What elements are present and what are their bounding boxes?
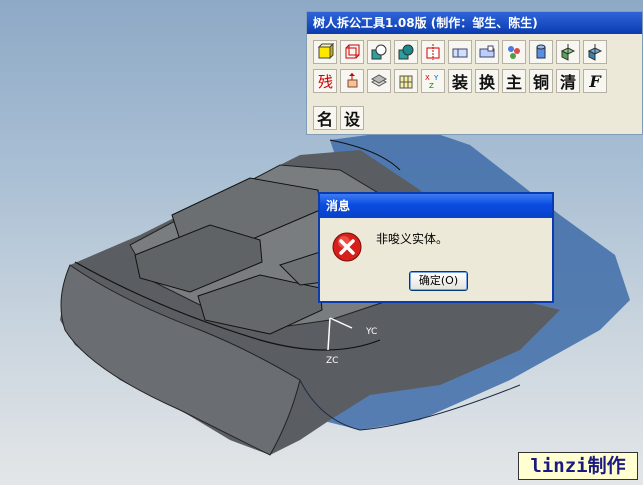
- grid-box-icon[interactable]: [394, 69, 418, 93]
- toolbar-row-3: 名 设: [313, 106, 364, 130]
- curve-remove-icon[interactable]: 残: [313, 69, 337, 93]
- tool-window: 树人拆公工具1.08版 (制作：邹生、陈生) 残 X Y Z 装 换 主 铜 清…: [306, 11, 643, 135]
- group-icon[interactable]: [502, 40, 526, 64]
- box-point-icon[interactable]: [556, 40, 580, 64]
- f-button[interactable]: F: [583, 69, 607, 93]
- tool-window-title[interactable]: 树人拆公工具1.08版 (制作：邹生、陈生): [307, 12, 642, 34]
- svg-text:Y: Y: [433, 74, 439, 82]
- extrude-icon[interactable]: [448, 40, 472, 64]
- sphere-unite-icon[interactable]: [394, 40, 418, 64]
- error-icon: [332, 232, 362, 266]
- wire-cube-icon[interactable]: [340, 40, 364, 64]
- box-point-alt-icon[interactable]: [583, 40, 607, 64]
- author-watermark: linzi制作: [518, 452, 638, 480]
- xyz-icon[interactable]: XYZ: [421, 69, 445, 93]
- swap-button[interactable]: 换: [475, 69, 499, 93]
- face-layer-icon[interactable]: [367, 69, 391, 93]
- settings-button[interactable]: 设: [340, 106, 364, 130]
- toolbar-row-2: 残 XYZ 装 换 主 铜 清 F: [313, 69, 607, 93]
- split-body-icon[interactable]: [421, 40, 445, 64]
- sphere-subtract-icon[interactable]: [367, 40, 391, 64]
- solid-box-icon[interactable]: [313, 40, 337, 64]
- yc-axis-label: YC: [365, 327, 377, 337]
- dialog-message: 非唆义实体。: [376, 232, 449, 246]
- svg-text:Z: Z: [429, 82, 434, 90]
- cylinder-icon[interactable]: [529, 40, 553, 64]
- assemble-button[interactable]: 装: [448, 69, 472, 93]
- main-button[interactable]: 主: [502, 69, 526, 93]
- clean-button[interactable]: 清: [556, 69, 580, 93]
- svg-text:X: X: [425, 74, 430, 82]
- toolbar-row-1: [313, 40, 607, 64]
- ok-button[interactable]: 确定(O): [409, 271, 468, 291]
- offset-icon[interactable]: [340, 69, 364, 93]
- dialog-title[interactable]: 消息: [320, 194, 552, 218]
- svg-text:残: 残: [318, 73, 333, 90]
- copper-button[interactable]: 铜: [529, 69, 553, 93]
- zc-axis-label: ZC: [326, 356, 338, 366]
- extrude-alt-icon[interactable]: [475, 40, 499, 64]
- message-dialog: 消息 非唆义实体。 确定(O): [318, 192, 554, 303]
- name-button[interactable]: 名: [313, 106, 337, 130]
